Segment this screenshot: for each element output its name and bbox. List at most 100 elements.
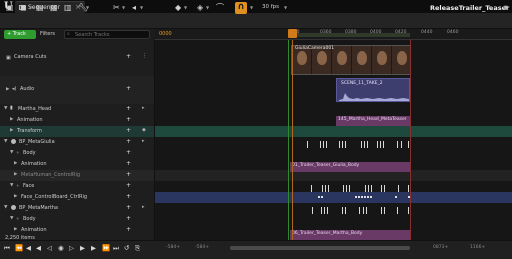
collapse-icon[interactable]: ▼ bbox=[10, 216, 13, 221]
curve-icon[interactable]: ⌒ bbox=[216, 4, 224, 12]
timeline-area[interactable]: GiuliaCamera001 SCENE_11_TAKE_2 145_Mart… bbox=[155, 40, 512, 240]
prev-key-icon[interactable]: ⏪ bbox=[15, 244, 23, 252]
chevron-down-icon[interactable]: ▼ bbox=[184, 5, 187, 10]
expand-icon[interactable]: ▶ bbox=[14, 161, 17, 166]
search-input[interactable] bbox=[64, 30, 150, 39]
chevron-down-icon[interactable]: ▼ bbox=[284, 5, 287, 10]
key-icon[interactable]: ◆ bbox=[175, 4, 181, 12]
expand-icon[interactable]: ▶ bbox=[6, 87, 9, 92]
add-icon[interactable]: + bbox=[126, 105, 131, 112]
track-row-martha-head[interactable]: ▼ ▮ Martha_Head + ▸ bbox=[0, 104, 154, 115]
expand-icon[interactable]: ▶ bbox=[10, 128, 13, 133]
selection-range[interactable] bbox=[288, 33, 410, 37]
next-key-icon[interactable]: ⏩ bbox=[102, 244, 110, 252]
step-forward-icon[interactable]: ▷ bbox=[69, 244, 74, 252]
keyframe-tick bbox=[366, 207, 367, 214]
animation-clip[interactable]: 06_Trailer_Teaser_Martha_Body bbox=[290, 230, 410, 240]
fps-selector[interactable]: 30 fps bbox=[262, 4, 279, 10]
collapse-icon[interactable]: ▼ bbox=[4, 139, 7, 144]
expand-icon[interactable]: ▶ bbox=[14, 194, 17, 199]
play-range-icon[interactable]: ◂ bbox=[132, 4, 136, 12]
view-end-time[interactable]: 1166+ bbox=[470, 245, 485, 250]
expand-icon[interactable]: ▶ bbox=[14, 172, 17, 177]
jump-start-icon[interactable]: ⏮ bbox=[4, 244, 10, 252]
chevron-down-icon[interactable]: ▼ bbox=[86, 5, 89, 10]
filters-button[interactable]: Filters bbox=[40, 31, 55, 37]
film-icon[interactable]: ▤ bbox=[36, 4, 44, 12]
magnet-icon[interactable]: ∩ bbox=[235, 2, 247, 14]
chevron-down-icon[interactable]: ▼ bbox=[250, 5, 253, 10]
expand-icon[interactable]: ▶ bbox=[10, 117, 13, 122]
menu-icon[interactable]: ▸ bbox=[142, 204, 145, 210]
view-start-time[interactable]: -584+ bbox=[166, 245, 180, 250]
add-icon[interactable]: + bbox=[126, 182, 131, 189]
audio-clip[interactable]: SCENE_11_TAKE_2 bbox=[336, 78, 410, 102]
playback-end-time[interactable]: 0873+ bbox=[433, 245, 448, 250]
tag-icon[interactable]: ◈ bbox=[197, 4, 203, 12]
collapse-icon[interactable]: ▼ bbox=[4, 106, 7, 111]
animation-clip[interactable]: 145_Martha_Head_MetaTeaser bbox=[336, 116, 411, 126]
add-icon[interactable]: + bbox=[126, 138, 131, 145]
chevron-down-icon[interactable]: ▼ bbox=[29, 5, 32, 10]
horizontal-scrollbar[interactable] bbox=[230, 246, 410, 250]
add-icon[interactable]: + bbox=[126, 116, 131, 123]
menu-icon[interactable]: ▸ bbox=[142, 138, 145, 144]
add-icon[interactable]: + bbox=[126, 127, 131, 134]
track-row-bp-metagiulia[interactable]: ▼ BP_MetaGiulia + ▸ bbox=[0, 137, 154, 148]
keyframe-icon[interactable]: ◆ bbox=[142, 127, 146, 133]
add-icon[interactable]: + bbox=[126, 149, 131, 156]
play-icon[interactable]: ▶ bbox=[80, 244, 85, 252]
animation-clip[interactable]: 01_Trailer_Teaser_Giulia_Body bbox=[290, 162, 410, 172]
play-reverse-icon[interactable]: ◀ bbox=[36, 244, 41, 252]
track-row-face[interactable]: ▼ ✧ Face + bbox=[0, 181, 154, 192]
collapse-icon[interactable]: ▼ bbox=[4, 205, 7, 210]
collapse-icon[interactable]: ▼ bbox=[10, 150, 13, 155]
add-icon[interactable]: + bbox=[126, 204, 131, 211]
add-icon[interactable]: + bbox=[126, 226, 131, 233]
tools-icon[interactable]: ✂ bbox=[113, 4, 120, 12]
playhead-handle[interactable] bbox=[288, 29, 297, 38]
menu-icon[interactable]: ▸ bbox=[142, 105, 145, 111]
playhead-line[interactable] bbox=[292, 40, 293, 240]
track-row-animation[interactable]: ▶ Animation + bbox=[0, 115, 154, 126]
add-track-button[interactable]: + Track bbox=[4, 30, 36, 39]
track-row-body[interactable]: ▼ ✧ Body + bbox=[0, 148, 154, 159]
add-icon[interactable]: + bbox=[126, 193, 131, 200]
grid-icon[interactable]: ▦ bbox=[50, 4, 58, 12]
track-row-camera-cuts[interactable]: ▣ Camera Cuts + ⋮ bbox=[0, 40, 154, 76]
add-icon[interactable]: + bbox=[126, 215, 131, 222]
track-row-bp-metamartha[interactable]: ▼ BP_MetaMartha + ▸ bbox=[0, 203, 154, 214]
track-row-audio[interactable]: ▶ ◂) Audio + bbox=[0, 76, 154, 104]
film-strip-icon[interactable]: ▥ bbox=[64, 4, 72, 12]
track-row-animation[interactable]: ▶ Animation + bbox=[0, 159, 154, 170]
add-icon[interactable]: + bbox=[126, 53, 131, 60]
expand-icon[interactable]: ▶ bbox=[14, 227, 17, 232]
keyframe-tick bbox=[383, 141, 384, 148]
step-back-icon[interactable]: ◀ bbox=[26, 244, 31, 252]
chevron-down-icon[interactable]: ▼ bbox=[122, 5, 125, 10]
track-row-body[interactable]: ▼ ✧ Body + bbox=[0, 214, 154, 225]
chevron-down-icon[interactable]: ⋮ bbox=[142, 53, 147, 59]
track-row-face-control-rig[interactable]: ▶ Face_ControlBoard_CtrlRig + bbox=[0, 192, 154, 203]
track-row-transform[interactable]: ▶ Transform + ◆ bbox=[0, 126, 154, 137]
add-icon[interactable]: + bbox=[126, 85, 131, 92]
collapse-icon[interactable]: ▼ bbox=[10, 183, 13, 188]
track-label: Camera Cuts bbox=[14, 54, 47, 60]
add-icon[interactable]: + bbox=[126, 171, 131, 178]
loop-icon[interactable]: ↺ bbox=[124, 244, 129, 252]
chevron-down-icon[interactable]: ▼ bbox=[504, 5, 508, 11]
track-label: Martha_Head bbox=[18, 106, 52, 112]
jump-end-icon[interactable]: ⏭ bbox=[113, 244, 119, 252]
track-row-control-rig[interactable]: ▶ MetaHuman_ControlRig + bbox=[0, 170, 154, 181]
playback-start-time[interactable]: -584+ bbox=[195, 245, 209, 250]
current-time[interactable]: 0000 bbox=[159, 31, 172, 37]
add-icon[interactable]: + bbox=[126, 160, 131, 167]
camera-lock-icon[interactable]: ⎘ bbox=[135, 244, 140, 252]
chevron-down-icon[interactable]: ▼ bbox=[206, 5, 209, 10]
save-icon[interactable]: ▣ bbox=[6, 4, 14, 12]
step-back-icon[interactable]: ◁ bbox=[47, 244, 52, 252]
camera-icon[interactable]: ◼ bbox=[20, 4, 27, 12]
step-forward-icon[interactable]: ▶ bbox=[91, 244, 96, 252]
record-icon[interactable]: ◉ bbox=[58, 244, 64, 252]
chevron-down-icon[interactable]: ▼ bbox=[140, 5, 143, 10]
